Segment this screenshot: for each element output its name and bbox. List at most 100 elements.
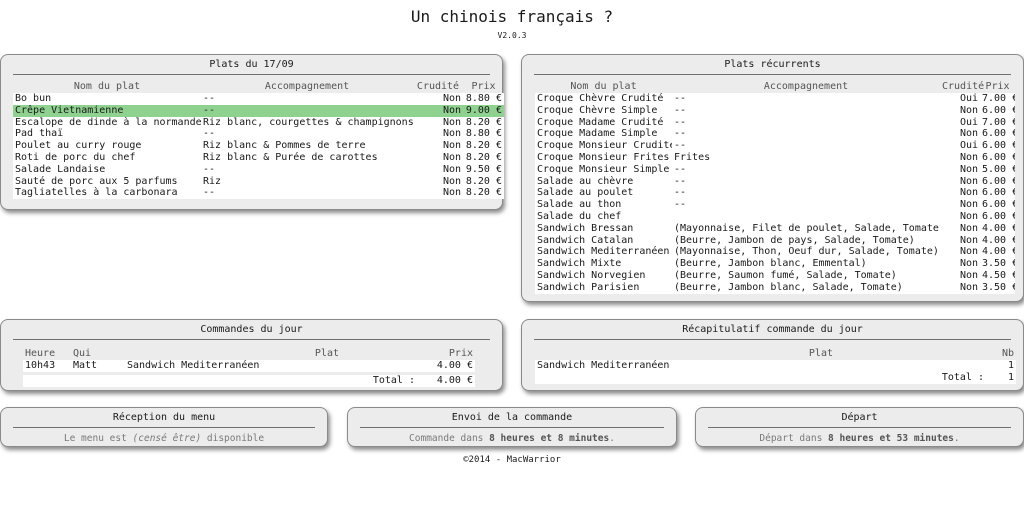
dish-row[interactable]: Roti de porc du chef Riz blanc & Purée de… bbox=[13, 151, 504, 164]
dish-row[interactable]: Salade au chèvre -- Non 6.00 € bbox=[535, 175, 1015, 188]
dish-name: Bo bun bbox=[13, 93, 201, 105]
app-version: V2.0.3 bbox=[497, 31, 527, 40]
reception-menu-panel: Réception du menu Le menu est (censé êtr… bbox=[0, 407, 328, 447]
dish-price: 5.00 € bbox=[980, 163, 1015, 176]
dish-row[interactable]: Croque Monsieur Frites Frites Non 6.00 € bbox=[535, 151, 1015, 164]
dish-row[interactable]: Sandwich Catalan (Beurre, Jambon de pays,… bbox=[535, 234, 1015, 247]
col-header-prix: Prix bbox=[471, 80, 496, 92]
dish-accompagnement: -- bbox=[672, 128, 940, 141]
dish-crudite: Non bbox=[940, 104, 980, 117]
dish-crudite: Non bbox=[940, 151, 980, 164]
plats-recurrents-panel: Plats récurrents Nom du plat Accompagnem… bbox=[521, 54, 1024, 302]
order-time: 10h43 bbox=[23, 360, 71, 372]
recap-count: 1 bbox=[986, 360, 1016, 372]
dish-price: 4.50 € bbox=[980, 269, 1015, 282]
dish-price: 6.00 € bbox=[980, 210, 1015, 223]
dish-row[interactable]: Croque Madame Crudité -- Oui 7.00 € bbox=[535, 116, 1015, 129]
dish-price: 6.00 € bbox=[980, 151, 1015, 164]
dish-name: Croque Monsieur Simple bbox=[535, 163, 672, 176]
dish-price: 6.00 € bbox=[980, 128, 1015, 141]
dish-price: 6.00 € bbox=[980, 175, 1015, 188]
dish-row[interactable]: Sandwich Mixte (Beurre, Jambon blanc, Emm… bbox=[535, 258, 1015, 270]
plats-du-jour-table: Nom du plat Accompagnement Crudité Prix … bbox=[13, 79, 504, 200]
dish-row[interactable]: Croque Monsieur Simple -- Non 5.00 € bbox=[535, 163, 1015, 176]
dish-row[interactable]: Croque Madame Simple -- Non 6.00 € bbox=[535, 128, 1015, 141]
dish-accompagnement: (Beurre, Jambon blanc, Salade, Tomate) bbox=[672, 281, 940, 294]
dish-price: 7.00 € bbox=[980, 116, 1015, 129]
dish-price: 4.00 € bbox=[980, 234, 1015, 247]
dish-row[interactable]: Sandwich Parisien (Beurre, Jambon blanc, … bbox=[535, 281, 1015, 294]
dish-name: Sandwich Mediterranéen bbox=[535, 246, 672, 259]
dish-crudite: Non bbox=[940, 163, 980, 176]
dish-crudite: Non bbox=[940, 187, 980, 200]
dish-row[interactable]: Pad thaï -- Non 8.80 € bbox=[13, 128, 504, 141]
dish-name: Croque Chèvre Simple bbox=[535, 104, 672, 117]
dish-accompagnement: (Mayonnaise, Filet de poulet, Salade, To… bbox=[672, 222, 940, 235]
dish-row[interactable]: Escalope de dinde à la normande Riz blanc… bbox=[13, 116, 504, 129]
dish-row[interactable]: Sauté de porc aux 5 parfums Riz Non 8.20 € bbox=[13, 175, 504, 188]
dish-price: 8.20 € bbox=[463, 175, 504, 188]
recap-table: Plat Nb Sandwich Mediterranéen 1 Total : … bbox=[535, 346, 1016, 384]
col-header-plat: Plat bbox=[314, 347, 339, 359]
col-header-accompagnement: Accompagnement bbox=[763, 80, 849, 92]
dish-accompagnement: -- bbox=[201, 128, 413, 141]
dish-row[interactable]: Sandwich Mediterranéen (Mayonnaise, Thon,… bbox=[535, 246, 1015, 259]
col-header-heure: Heure bbox=[25, 347, 56, 359]
dish-accompagnement: Riz bbox=[201, 175, 413, 188]
recapitulatif-panel: Récapitulatif commande du jour Plat Nb S… bbox=[521, 319, 1024, 391]
col-header-accompagnement: Accompagnement bbox=[264, 80, 350, 92]
dish-crudite: Non bbox=[413, 163, 463, 176]
dish-name: Croque Chèvre Crudité bbox=[535, 93, 672, 105]
panel-title: Récapitulatif commande du jour bbox=[534, 321, 1011, 340]
dish-accompagnement: -- bbox=[672, 116, 940, 129]
dish-row[interactable]: Poulet au curry rouge Riz blanc & Pommes … bbox=[13, 140, 504, 152]
order-person: Matt bbox=[71, 360, 125, 372]
dish-crudite: Non bbox=[413, 128, 463, 141]
dish-crudite: Non bbox=[940, 246, 980, 259]
dish-name: Croque Madame Simple bbox=[535, 128, 672, 141]
dish-accompagnement: -- bbox=[672, 140, 940, 152]
dish-crudite: Non bbox=[413, 116, 463, 129]
dish-name: Salade au thon bbox=[535, 199, 672, 211]
dish-crudite: Non bbox=[940, 258, 980, 270]
dish-price: 4.00 € bbox=[980, 222, 1015, 235]
dish-crudite: Non bbox=[413, 104, 463, 117]
dish-name: Tagliatelles à la carbonara bbox=[13, 187, 201, 200]
panel-title: Réception du menu bbox=[13, 409, 315, 428]
dish-row[interactable]: Salade du chef Non 6.00 € bbox=[535, 210, 1015, 223]
dish-row[interactable]: Sandwich Norvegien (Beurre, Saumon fumé, … bbox=[535, 269, 1015, 282]
envoi-commande-panel: Envoi de la commande Commande dans 8 heu… bbox=[347, 407, 677, 447]
col-header-nom: Nom du plat bbox=[570, 80, 637, 92]
total-label: Total : bbox=[341, 374, 417, 387]
recap-dish: Sandwich Mediterranéen bbox=[535, 360, 835, 372]
dish-price: 9.50 € bbox=[463, 163, 504, 176]
dish-row[interactable]: Croque Chèvre Simple -- Non 6.00 € bbox=[535, 104, 1015, 117]
dish-row[interactable]: Salade au poulet -- Non 6.00 € bbox=[535, 187, 1015, 200]
dish-row[interactable]: Bo bun -- Non 8.80 € bbox=[13, 93, 504, 105]
dish-row[interactable]: Sandwich Bressan (Mayonnaise, Filet de po… bbox=[535, 222, 1015, 235]
footer-copyright: ©2014 - MacWarrior bbox=[463, 455, 561, 465]
dish-price: 8.20 € bbox=[463, 187, 504, 200]
depart-status: Départ dans 8 heures et 53 minutes. bbox=[759, 433, 960, 444]
dish-price: 6.00 € bbox=[980, 199, 1015, 211]
dish-crudite: Oui bbox=[940, 140, 980, 152]
dish-accompagnement: -- bbox=[672, 187, 940, 200]
dish-accompagnement bbox=[672, 210, 940, 223]
dish-row[interactable]: Tagliatelles à la carbonara -- Non 8.20 € bbox=[13, 187, 504, 200]
dish-row[interactable]: Salade Landaise -- Non 9.50 € bbox=[13, 163, 504, 176]
plats-du-jour-panel: Plats du 17/09 Nom du plat Accompagnemen… bbox=[0, 54, 504, 210]
dish-accompagnement: -- bbox=[672, 93, 940, 105]
dish-row-selected[interactable]: Crêpe Vietnamienne -- Non 9.00 € bbox=[13, 104, 504, 117]
order-dish: Sandwich Mediterranéen bbox=[125, 360, 341, 372]
order-row[interactable]: 10h43 Matt Sandwich Mediterranéen 4.00 € bbox=[23, 360, 475, 372]
dish-accompagnement: (Beurre, Jambon de pays, Salade, Tomate) bbox=[672, 234, 940, 247]
dish-accompagnement: -- bbox=[201, 187, 413, 200]
commandes-du-jour-panel: Commandes du jour Heure Qui Plat Prix 10… bbox=[0, 319, 503, 391]
dish-row[interactable]: Croque Monsieur Crudité -- Oui 6.00 € bbox=[535, 140, 1015, 152]
dish-row[interactable]: Croque Chèvre Crudité -- Oui 7.00 € bbox=[535, 93, 1015, 105]
dish-row[interactable]: Salade au thon -- Non 6.00 € bbox=[535, 199, 1015, 211]
panel-title: Envoi de la commande bbox=[360, 409, 664, 428]
dish-price: 4.00 € bbox=[980, 246, 1015, 259]
dish-accompagnement: -- bbox=[201, 163, 413, 176]
order-price: 4.00 € bbox=[417, 360, 475, 372]
